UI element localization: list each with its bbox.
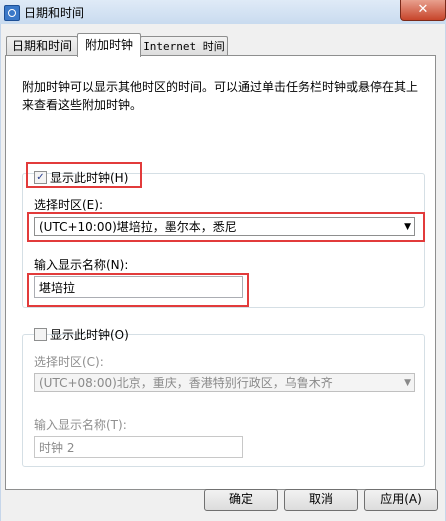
dialog-client: 日期和时间 附加时钟 Internet 时间 附加时钟可以显示其他时区的时间。可… [1, 24, 445, 521]
clock2-timezone-value: (UTC+08:00)北京，重庆，香港特别行政区，乌鲁木齐 [39, 376, 333, 390]
clock-app-icon [4, 5, 20, 21]
chevron-down-icon: ▼ [404, 378, 411, 388]
clock2-name-input[interactable]: 时钟 2 [34, 436, 243, 458]
highlight-box [27, 273, 249, 307]
highlight-box [26, 162, 142, 188]
clock2-timezone-select[interactable]: (UTC+08:00)北京，重庆，香港特别行政区，乌鲁木齐 ▼ [34, 373, 415, 392]
clock2-show-label[interactable]: 显示此时钟(O) [50, 326, 129, 343]
apply-button[interactable]: 应用(A) [364, 489, 438, 511]
clock1-timezone-label: 选择时区(E): [34, 198, 103, 212]
close-button[interactable]: ✕ [400, 0, 446, 21]
description-text: 附加时钟可以显示其他时区的时间。可以通过单击任务栏时钟或悬停在其上来查看这些附加… [22, 80, 419, 112]
highlight-box [27, 212, 425, 242]
clock2-timezone-label: 选择时区(C): [34, 355, 104, 369]
cancel-button[interactable]: 取消 [284, 489, 358, 511]
tab-additional-clocks[interactable]: 附加时钟 [77, 33, 141, 57]
tab-panel: 附加时钟可以显示其他时区的时间。可以通过单击任务栏时钟或悬停在其上来查看这些附加… [5, 55, 436, 490]
title-bar: 日期和时间 ✕ [0, 0, 446, 24]
clock2-name-label: 输入显示名称(T): [34, 418, 127, 432]
tab-internet-time[interactable]: Internet 时间 [140, 36, 228, 56]
ok-button[interactable]: 确定 [204, 489, 278, 511]
window-title: 日期和时间 [24, 6, 85, 20]
clock1-name-label: 输入显示名称(N): [34, 258, 129, 272]
clock2-show-checkbox[interactable] [34, 328, 47, 341]
tab-date-time[interactable]: 日期和时间 [6, 36, 78, 56]
